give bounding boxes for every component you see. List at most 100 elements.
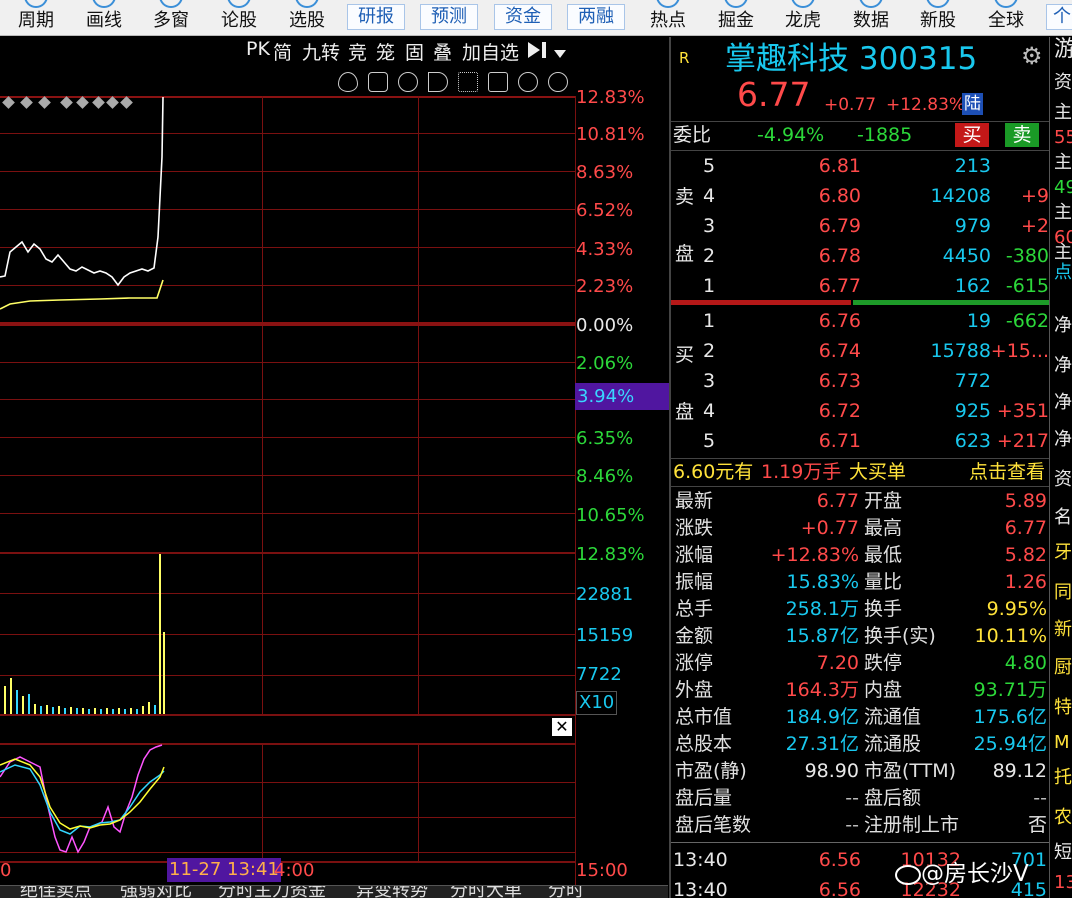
price-label: 4.33% xyxy=(576,239,634,260)
side-panel-item[interactable]: 厨 xyxy=(1054,657,1072,679)
watermark-text: @房长沙V xyxy=(921,861,1029,887)
close-icon[interactable]: ✕ xyxy=(552,718,572,736)
volume-label: 7722 xyxy=(576,664,622,685)
side-panel-item[interactable]: 主 xyxy=(1054,202,1072,224)
side-panel-item[interactable]: 托 xyxy=(1054,767,1072,789)
bottom-tab-bar: 绝佳卖点 强弱对比 分时主力资金 异变转势 分时大单 分时 xyxy=(0,885,668,898)
stat-label: 换手(实) xyxy=(864,625,936,647)
side-panel-item[interactable]: 净 xyxy=(1054,392,1072,414)
order-level: 3 xyxy=(703,370,716,392)
toolbar-item-discuss[interactable]: 论股 xyxy=(221,0,257,34)
watermark: @房长沙V xyxy=(895,859,1029,889)
stat-label: 最新 xyxy=(675,490,714,512)
stat-value: 25.94亿 xyxy=(973,733,1047,755)
side-panel-item[interactable]: 特 xyxy=(1054,697,1072,719)
tick-time: 13:40 xyxy=(673,849,728,871)
toolbar-item-label: 新股 xyxy=(920,10,956,31)
side-panel-item[interactable]: 资 xyxy=(1054,72,1072,94)
toolbar-item-label: 画线 xyxy=(86,10,122,31)
side-panel-item[interactable]: 49 xyxy=(1054,177,1072,199)
toolbar-item-period[interactable]: 周期 xyxy=(18,0,54,34)
stock-name: 掌趣科技 300315 xyxy=(725,39,977,79)
volume-bar xyxy=(34,704,36,714)
toolbar-item-dig[interactable]: 掘金 xyxy=(718,0,754,34)
toolbar-item-pick[interactable]: 选股 xyxy=(289,0,325,34)
price-line xyxy=(0,96,164,287)
toolbar-item-dragon[interactable]: 龙虎 xyxy=(785,0,821,34)
order-price: 6.72 xyxy=(818,400,861,422)
side-panel-item[interactable]: 点 xyxy=(1054,262,1072,284)
buy-button[interactable]: 买 xyxy=(955,123,989,147)
tab-strength[interactable]: 强弱对比 xyxy=(120,886,192,898)
volume-label: 22881 xyxy=(576,584,634,605)
order-volume: 772 xyxy=(954,370,991,392)
stat-label: 涨跌 xyxy=(675,517,714,539)
order-price: 6.74 xyxy=(818,340,861,362)
side-panel-item[interactable]: M xyxy=(1054,732,1070,754)
bigorder-link[interactable]: 点击查看 xyxy=(969,459,1045,485)
toolbar-item-multiwindow[interactable]: 多窗 xyxy=(153,0,189,34)
toolbar-item-data[interactable]: 数据 xyxy=(853,0,889,34)
side-panel-item[interactable]: 13 xyxy=(1054,872,1072,894)
side-panel-item[interactable]: 主 xyxy=(1054,102,1072,124)
toolbar-item-ipo[interactable]: 新股 xyxy=(920,0,956,34)
weibi-label: 委比 xyxy=(673,124,712,146)
research-button[interactable]: 研报 xyxy=(347,4,405,30)
side-panel-title: 游 xyxy=(1054,39,1072,61)
price-label: 10.65% xyxy=(576,505,645,526)
sell-buy-ratio-green xyxy=(853,300,1051,305)
order-volume: 15788 xyxy=(930,340,991,362)
toolbar-item-label: 数据 xyxy=(853,10,889,31)
side-panel-item[interactable]: 主 xyxy=(1054,242,1072,264)
gear-icon[interactable]: ⚙ xyxy=(1021,43,1043,69)
volume-bar xyxy=(22,696,24,714)
margin-button[interactable]: 两融 xyxy=(567,4,625,30)
stat-value: 5.89 xyxy=(1004,490,1047,512)
toolbar-item-draw[interactable]: 画线 xyxy=(86,0,122,34)
stat-value: 9.95% xyxy=(986,598,1047,620)
intraday-chart[interactable]: PK 简 九转 竞 笼 固 叠 加自选 12.83% 10.81% 8.63% … xyxy=(0,37,669,898)
toolbar-item-label: 热点 xyxy=(650,10,686,31)
multiplier-label[interactable]: X10 xyxy=(576,691,618,715)
side-panel-item[interactable]: 净 xyxy=(1054,355,1072,377)
stat-label: 跌停 xyxy=(864,652,903,674)
tab-trend-shift[interactable]: 异变转势 xyxy=(356,886,428,898)
side-panel-item[interactable]: 农 xyxy=(1054,807,1072,829)
stock-code: 300315 xyxy=(858,41,978,77)
stat-label: 外盘 xyxy=(675,679,714,701)
order-volume: 4450 xyxy=(942,245,991,267)
order-level: 3 xyxy=(703,215,716,237)
sell-button[interactable]: 卖 xyxy=(1005,123,1039,147)
tab-best-sell[interactable]: 绝佳卖点 xyxy=(20,886,92,898)
order-level: 2 xyxy=(703,340,716,362)
side-panel-item[interactable]: 净 xyxy=(1054,315,1072,337)
stat-label: 内盘 xyxy=(864,679,903,701)
personal-button[interactable]: 个 xyxy=(1046,4,1072,30)
side-panel-item[interactable]: 55 xyxy=(1054,127,1072,149)
tab-main-funds[interactable]: 分时主力资金 xyxy=(218,886,326,898)
divider xyxy=(671,150,1051,151)
side-panel-item[interactable]: 短 xyxy=(1054,842,1072,864)
side-panel-item[interactable]: 名 xyxy=(1054,507,1072,529)
tab-intraday[interactable]: 分时 xyxy=(548,886,584,898)
toolbar-item-global[interactable]: 全球 xyxy=(988,0,1024,34)
funds-button[interactable]: 资金 xyxy=(494,4,552,30)
tab-big-orders[interactable]: 分时大单 xyxy=(450,886,522,898)
order-change: -615 xyxy=(1005,275,1049,297)
side-panel-item[interactable]: 主 xyxy=(1054,152,1072,174)
volume-bar xyxy=(159,554,161,714)
stat-value: +0.77 xyxy=(800,517,859,539)
volume-bar xyxy=(58,706,60,714)
order-level: 4 xyxy=(703,400,716,422)
stat-label: 盘后笔数 xyxy=(675,814,752,836)
forecast-button[interactable]: 预测 xyxy=(420,4,478,30)
stat-value: 7.20 xyxy=(816,652,859,674)
order-level: 5 xyxy=(703,155,716,177)
side-panel-item[interactable]: 资 xyxy=(1054,469,1072,491)
toolbar-item-hot[interactable]: 热点 xyxy=(650,0,686,34)
side-panel-item[interactable]: 新 xyxy=(1054,619,1072,641)
tick-price: 6.56 xyxy=(818,879,861,898)
side-panel-item[interactable]: 牙 xyxy=(1054,542,1072,564)
side-panel-item[interactable]: 同 xyxy=(1054,582,1072,604)
side-panel-item[interactable]: 净 xyxy=(1054,429,1072,451)
